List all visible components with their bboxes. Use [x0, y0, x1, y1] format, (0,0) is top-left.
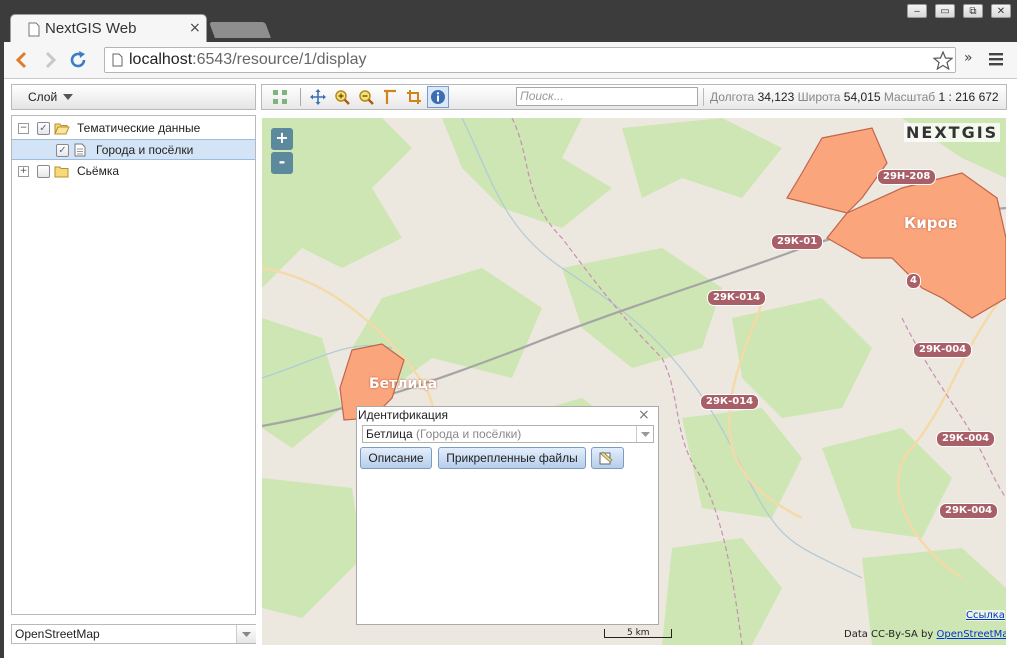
address-bar[interactable]: localhost:6543/resource/1/display — [104, 47, 956, 73]
tab-close-icon[interactable]: × — [189, 20, 201, 36]
layer-tree: − ✓ Тематические данные ✓ Города и посёл… — [11, 115, 256, 615]
chevron-down-icon — [641, 432, 650, 437]
layer-checkbox[interactable]: ✓ — [37, 122, 50, 135]
map-toolbar: Поиск... Долгота 34,123 Широта 54,015 Ма… — [261, 84, 1007, 110]
feature-dropdown-button[interactable] — [636, 426, 654, 442]
layer-checkbox[interactable] — [37, 165, 50, 178]
identify-button[interactable] — [427, 86, 449, 108]
zoom-out-button[interactable]: - — [271, 152, 293, 174]
lat-label: Широта — [797, 90, 841, 104]
lon-value: 34,123 — [757, 90, 795, 104]
scale-value: 1 : 216 672 — [938, 90, 999, 104]
tree-item-label: Сьёмка — [77, 164, 120, 178]
reload-icon[interactable] — [70, 51, 88, 69]
popup-title: Идентификация — [358, 408, 448, 422]
tree-item-label: Города и посёлки — [96, 143, 194, 157]
close-window-button[interactable]: ✕ — [991, 4, 1011, 18]
edit-icon — [599, 451, 613, 465]
zoom-out-icon[interactable] — [358, 89, 374, 105]
attribution-text: Data CC-By-SA by — [844, 629, 934, 640]
extensions-overflow-icon[interactable]: » — [964, 50, 973, 66]
nextgis-logo: NEXTGIS — [904, 123, 1001, 142]
road-shield: 29К-014 — [707, 290, 767, 306]
measure-distance-icon[interactable] — [382, 89, 398, 105]
browser-tab[interactable]: NextGIS Web × — [10, 14, 207, 42]
scale-label: Масштаб — [883, 90, 936, 104]
chevron-down-icon — [242, 632, 251, 637]
road-shield: 29К-004 — [936, 431, 996, 447]
search-placeholder: Поиск... — [520, 89, 564, 103]
restore-button[interactable]: ⧉ — [963, 4, 983, 18]
toolbar-divider — [300, 88, 301, 106]
layer-menu-label: Слой — [28, 90, 58, 104]
layer-checkbox[interactable]: ✓ — [56, 144, 69, 157]
attribution: Data CC-By-SA by OpenStreetMap — [844, 629, 1006, 640]
forward-icon[interactable] — [44, 51, 58, 69]
coordinates-readout: Долгота 34,123 Широта 54,015 Масштаб 1 :… — [710, 90, 999, 104]
osm-link[interactable]: OpenStreetMap — [937, 629, 1007, 640]
identify-popup: Идентификация × Бетлица (Города и посёлк… — [356, 406, 659, 625]
url-text: localhost:6543/resource/1/display — [129, 51, 367, 68]
browser-toolbar: localhost:6543/resource/1/display » — [4, 42, 1017, 79]
page-icon — [112, 53, 123, 67]
layer-menu-button[interactable]: Слой — [11, 84, 256, 110]
road-shield: 29Н-208 — [877, 169, 937, 185]
place-label-betlitsa: Бетлица — [369, 376, 438, 392]
info-icon — [431, 90, 445, 104]
pan-icon[interactable] — [310, 89, 326, 105]
new-tab-button[interactable] — [209, 22, 271, 38]
feature-select-value: Бетлица (Города и посёлки) — [366, 427, 522, 441]
place-label-kirov: Киров — [904, 214, 958, 232]
lon-label: Долгота — [710, 90, 755, 104]
page-icon — [28, 22, 40, 37]
basemap-dropdown-button[interactable] — [236, 625, 256, 643]
zoom-in-icon[interactable] — [334, 89, 350, 105]
toolbar-divider — [703, 88, 704, 106]
tree-item-label: Тематические данные — [77, 121, 201, 135]
folder-open-icon — [54, 123, 70, 135]
road-shield: 29К-004 — [913, 342, 973, 358]
tab-title: NextGIS Web — [45, 20, 137, 37]
maximize-button[interactable]: ▭ — [935, 4, 955, 18]
expand-icon[interactable]: + — [18, 166, 29, 177]
tree-item-survey[interactable]: + Сьёмка — [12, 161, 255, 182]
edit-feature-button[interactable] — [591, 447, 624, 469]
chevron-down-icon — [63, 94, 73, 100]
basemap-value: OpenStreetMap — [15, 627, 100, 641]
zoom-in-button[interactable]: + — [271, 128, 293, 150]
document-icon — [74, 143, 86, 157]
bookmark-star-icon[interactable] — [933, 51, 953, 70]
lat-value: 54,015 — [843, 90, 881, 104]
tab-description[interactable]: Описание — [360, 447, 432, 469]
permalink-link[interactable]: Ссылка — [966, 610, 1005, 621]
close-icon[interactable]: × — [638, 407, 650, 423]
tree-item-towns[interactable]: ✓ Города и посёлки — [12, 139, 255, 160]
measure-area-icon[interactable] — [406, 89, 422, 105]
road-shield: 4 — [906, 273, 921, 289]
road-shield: 29К-014 — [700, 394, 760, 410]
basemap-select[interactable]: OpenStreetMap — [11, 624, 256, 644]
feature-select[interactable]: Бетлица (Города и посёлки) — [362, 425, 654, 443]
scale-bar-label: 5 km — [627, 628, 650, 638]
search-input[interactable]: Поиск... — [516, 87, 698, 106]
tree-item-thematic[interactable]: − ✓ Тематические данные — [12, 118, 255, 139]
tab-attachments[interactable]: Прикрепленные файлы — [438, 447, 586, 469]
webgis-app: Слой − ✓ Тематические данные ✓ Города и … — [4, 79, 1017, 658]
menu-icon[interactable] — [989, 52, 1003, 66]
minimize-button[interactable]: ‒ — [907, 4, 927, 18]
folder-icon — [54, 166, 69, 178]
road-shield: 29К-01 — [771, 234, 824, 250]
back-icon[interactable] — [14, 51, 28, 69]
road-shield: 29К-004 — [939, 503, 999, 519]
zoom-to-extent-icon[interactable] — [272, 89, 288, 105]
collapse-icon[interactable]: − — [18, 123, 29, 134]
